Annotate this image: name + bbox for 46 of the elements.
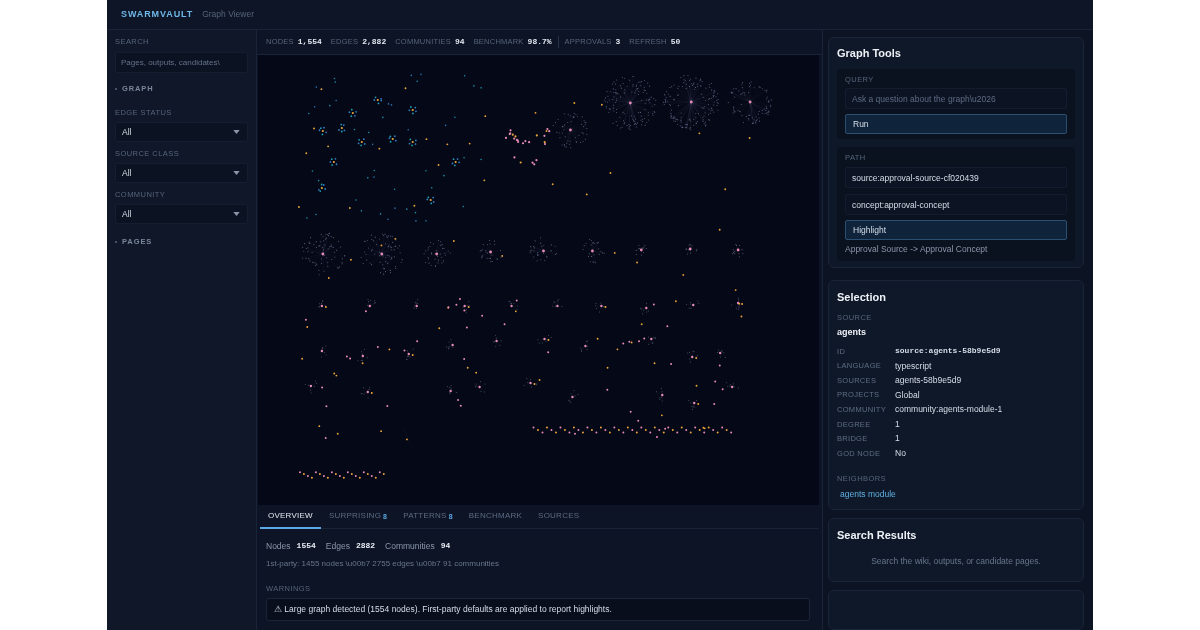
card-title: Selection bbox=[837, 291, 887, 303]
brand-logo: SWARMVAULT bbox=[121, 7, 194, 21]
path-to-field[interactable]: concept:approval-concept bbox=[845, 194, 1067, 215]
first-party-summary: 1st-party: 1455 nodes \u00b7 2755 edges \u00b7 91 communities bbox=[266, 559, 501, 569]
stat-value: 1,554 bbox=[297, 36, 322, 48]
stat-value: 50 bbox=[670, 36, 681, 48]
field-value: 1 bbox=[895, 417, 900, 431]
total-value: 2882 bbox=[355, 540, 376, 552]
stat-value: 94 bbox=[455, 36, 465, 48]
card-title: Graph Tools bbox=[837, 47, 902, 59]
app-subtitle: Graph Viewer bbox=[202, 8, 254, 21]
tab[interactable]: OVERVIEW bbox=[260, 505, 321, 529]
total-label: Nodes bbox=[266, 539, 291, 553]
total-value: 1554 bbox=[296, 540, 316, 552]
filter-select[interactable]: All bbox=[115, 122, 248, 142]
caret-icon bbox=[233, 130, 240, 134]
total-label: Edges bbox=[325, 539, 350, 553]
path-from-field[interactable]: source:approval-source-cf020439 bbox=[845, 167, 1067, 188]
field-value: source:agents-58b9e5d9 bbox=[895, 345, 1001, 358]
warning-message: ⚠ Large graph detected (1554 nodes). First-party defaults are applied to report highlights. bbox=[266, 598, 810, 621]
highlight-button[interactable]: Highlight bbox=[845, 220, 1067, 240]
tab[interactable]: BENCHMARK bbox=[460, 505, 531, 529]
filter-select[interactable]: All bbox=[115, 204, 248, 224]
field-value: Global bbox=[895, 388, 920, 402]
caret-icon bbox=[233, 171, 240, 175]
search-field[interactable]: Pages, outputs, candidates\ bbox=[115, 52, 248, 73]
stat-value: 2,882 bbox=[362, 36, 387, 48]
query-field[interactable]: Ask a question about the graph\u2026 bbox=[845, 88, 1067, 109]
total-label: Communities bbox=[385, 539, 435, 553]
tab[interactable]: SOURCES bbox=[530, 505, 588, 529]
caret-icon bbox=[233, 212, 240, 216]
neighbor-link[interactable]: agents module bbox=[840, 488, 1075, 499]
total-value: 94 bbox=[440, 540, 451, 552]
card-title: Search Results bbox=[837, 528, 918, 541]
run-button[interactable]: Run bbox=[845, 114, 1067, 134]
stat-value: 98.7% bbox=[527, 36, 552, 48]
node-name: agents bbox=[837, 327, 867, 337]
field-value: typescript bbox=[895, 359, 932, 373]
field-value: No bbox=[895, 447, 906, 460]
path-result: Approval Source -> Approval Concept bbox=[845, 244, 989, 254]
stat-value: 3 bbox=[615, 36, 621, 48]
field-value: community:agents-module-1 bbox=[895, 403, 1003, 417]
filter-select[interactable]: All bbox=[115, 163, 248, 183]
field-value: 1 bbox=[895, 432, 900, 446]
empty-message: Search the wiki, outputs, or candidate pages. bbox=[871, 554, 1041, 568]
field-value: agents-58b9e5d9 bbox=[895, 374, 962, 387]
